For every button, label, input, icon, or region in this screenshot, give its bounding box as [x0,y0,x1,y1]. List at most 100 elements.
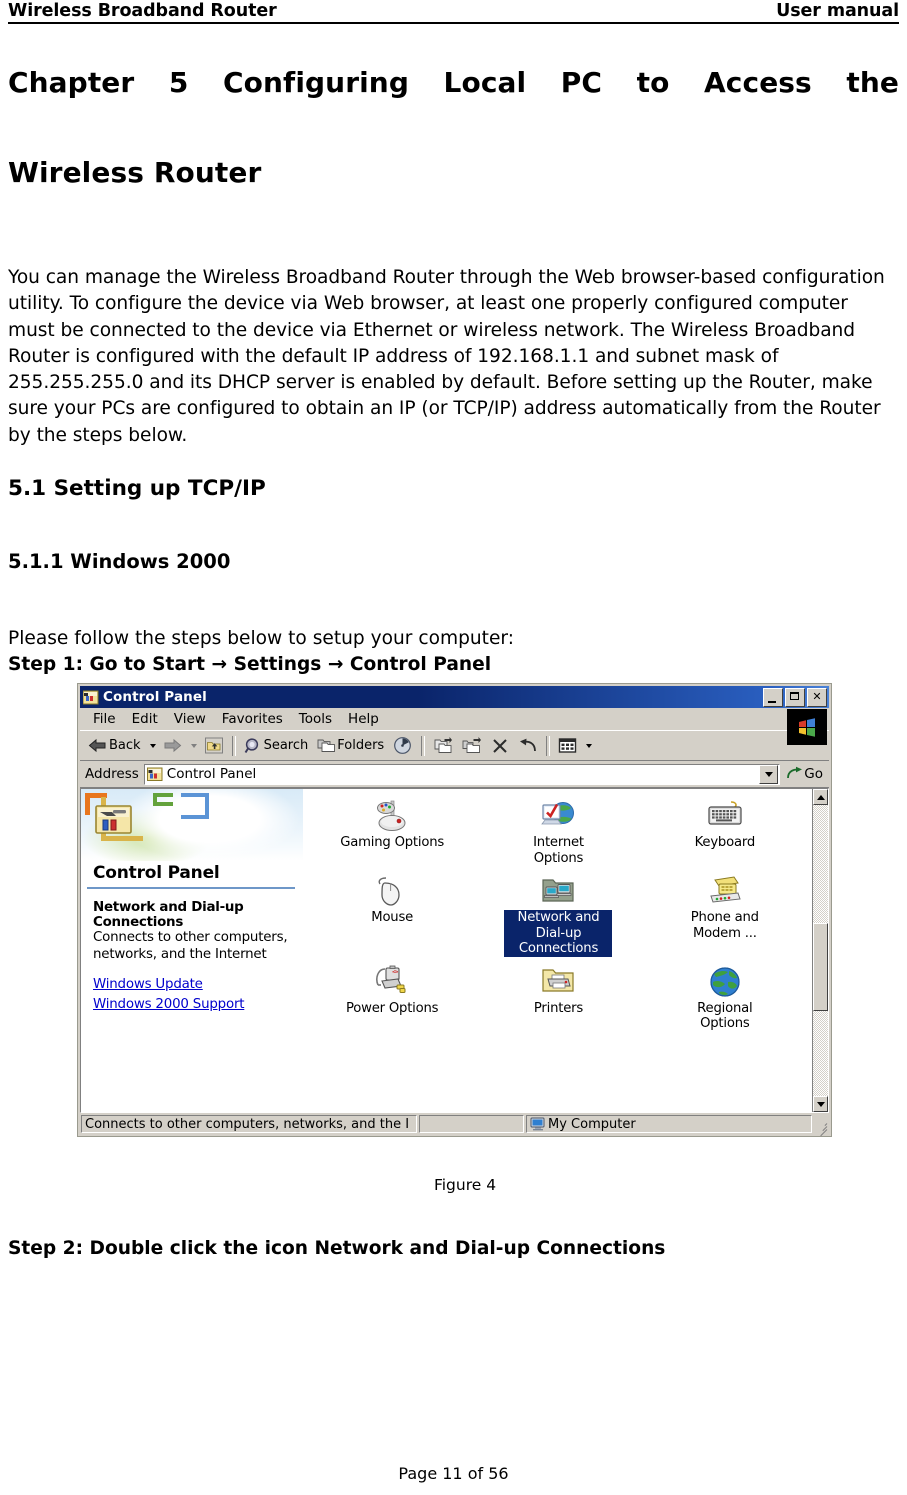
lead-text: Please follow the steps below to setup y… [8,628,514,650]
info-pane-divider [87,887,295,890]
forward-arrow-icon [164,739,181,753]
search-icon [244,737,258,753]
menu-tools[interactable]: Tools [291,710,340,728]
printer-folder-icon [540,965,576,999]
page-footer: Page 11 of 56 [398,1464,509,1483]
views-button[interactable] [554,735,581,756]
control-panel-titlebar-icon [82,690,99,705]
folders-icon [317,739,336,752]
item-label: Gaming Options [340,835,445,851]
item-internet-options[interactable]: Internet Options [475,799,641,866]
go-button[interactable]: Go [780,766,827,782]
status-zone-label: My Computer [548,1116,636,1132]
gamepad-joystick-icon [374,799,410,833]
back-button-label: Back [109,738,141,754]
scrollbar-track[interactable] [813,805,828,1096]
step-1-instruction: Step 1: Go to Start → Settings → Control… [8,654,492,676]
back-button[interactable]: Back [84,736,145,755]
manual-page: Wireless Broadband Router User manual Ch… [0,0,907,1495]
minimize-button[interactable] [763,687,783,707]
item-label: Phone and Modem ... [690,910,759,941]
menu-file[interactable]: File [85,710,124,728]
item-keyboard[interactable]: Keyboard [642,799,808,866]
header-left-title: Wireless Broadband Router [8,1,277,21]
scroll-down-arrow-icon [816,1101,825,1107]
control-panel-icon-grid: Gaming Options Internet Options Keyboard… [303,799,828,1032]
vertical-scrollbar[interactable] [812,789,828,1113]
window-menubar: File Edit View Favorites Tools Help [80,708,829,746]
item-gaming-options[interactable]: Gaming Options [309,799,475,866]
address-value: Control Panel [166,766,257,783]
item-label: Network and Dial-up Connections [504,910,613,957]
toolbar-separator-3 [546,735,551,756]
menu-favorites[interactable]: Favorites [214,710,291,728]
scroll-up-button[interactable] [813,789,828,806]
up-folder-icon [204,737,223,754]
close-button[interactable]: ✕ [807,687,827,707]
window-titlebar: Control Panel ✕ [80,686,829,709]
toolbar-separator-1 [231,735,236,756]
info-pane-links: Windows Update Windows 2000 Support [93,975,303,1015]
maximize-button[interactable] [785,687,805,707]
item-phone-and-modem[interactable]: Phone and Modem ... [642,874,808,957]
control-panel-banner-icon [95,803,133,835]
running-header: Wireless Broadband Router User manual [8,0,899,21]
item-regional-options[interactable]: Regional Options [642,965,808,1032]
item-power-options[interactable]: Power Options [309,965,475,1032]
item-label: Power Options [345,1000,439,1016]
delete-button[interactable] [487,735,513,757]
scroll-up-arrow-icon [816,794,825,800]
copy-to-folder-icon [462,737,482,754]
scrollbar-thumb[interactable] [813,923,828,1012]
windows-logo-icon [787,709,827,746]
control-panel-items-pane: Gaming Options Internet Options Keyboard… [303,789,828,1113]
menu-view[interactable]: View [166,710,214,728]
chapter-title-line1: Chapter 5 Configuring Local PC to Access… [8,66,899,99]
copy-to-button[interactable] [458,734,486,757]
undo-button[interactable] [514,735,542,757]
intro-paragraph: You can manage the Wireless Broadband Ro… [8,267,891,446]
forward-dropdown-caret-icon[interactable] [190,743,197,748]
item-printers[interactable]: Printers [475,965,641,1032]
up-one-level-button[interactable] [200,734,228,757]
link-windows-update[interactable]: Windows Update [93,975,203,995]
back-dropdown-caret-icon[interactable] [149,743,156,748]
figure-4-container: Control Panel ✕ File Edit View Favorites… [8,683,899,1194]
menu-edit[interactable]: Edit [124,710,166,728]
header-right-title: User manual [776,1,899,21]
go-arrow-icon [787,766,803,779]
menu-help[interactable]: Help [340,710,387,728]
section-heading-5-1-1: 5.1.1 Windows 2000 [8,550,231,574]
status-zone: My Computer [526,1115,812,1134]
item-label: Mouse [371,910,414,926]
history-button[interactable] [389,734,417,757]
power-battery-icon [374,965,410,999]
address-input[interactable]: Control Panel [143,763,781,785]
toolbar-separator-2 [421,735,426,756]
my-computer-icon [530,1117,545,1131]
views-dropdown-caret-icon[interactable] [586,743,593,748]
regional-globe-icon [707,965,743,999]
item-label: Keyboard [694,835,756,851]
banner-bracket-green-icon [153,793,173,807]
search-button-label: Search [263,738,309,754]
address-dropdown-button[interactable] [759,764,779,784]
info-pane-title: Control Panel [93,863,220,884]
section-heading-5-1: 5.1 Setting up TCP/IP [8,476,266,502]
internet-globe-icon [540,799,576,833]
resize-grip[interactable] [814,1115,828,1137]
step-2-instruction: Step 2: Double click the icon Network an… [8,1238,666,1260]
address-control-panel-icon [146,767,163,782]
scroll-down-button[interactable] [813,1096,828,1113]
search-button[interactable]: Search [240,735,313,757]
link-windows-2000-support[interactable]: Windows 2000 Support [93,995,245,1015]
forward-button[interactable] [159,736,186,755]
go-button-label: Go [804,766,823,783]
window-control-buttons: ✕ [763,687,827,707]
move-to-button[interactable] [429,734,457,757]
network-folder-icon [540,874,576,908]
folders-button[interactable]: Folders [313,735,388,757]
item-mouse[interactable]: Mouse [309,874,475,957]
delete-x-icon [493,738,507,753]
item-network-and-dialup-connections[interactable]: Network and Dial-up Connections [475,874,641,957]
